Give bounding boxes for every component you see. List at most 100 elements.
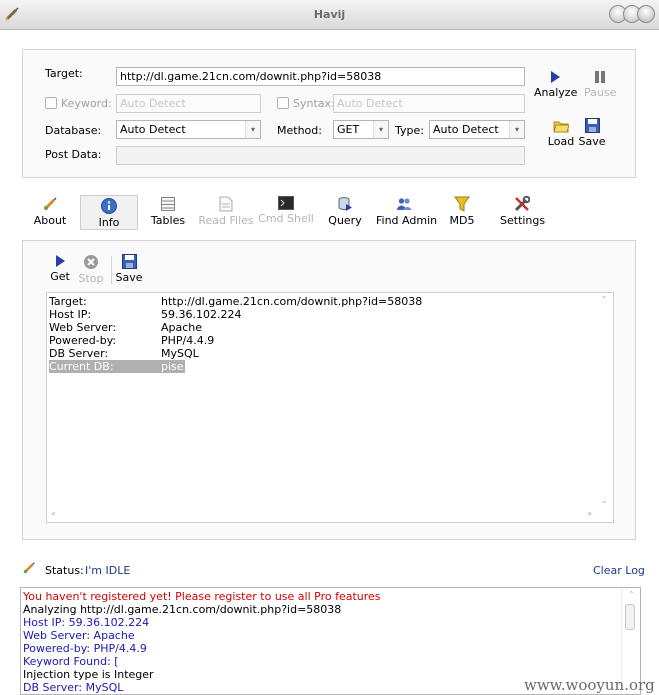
pause-button[interactable]: Pause — [584, 70, 616, 99]
floppy-disk-icon — [584, 118, 600, 133]
status-label: Status: — [45, 564, 84, 577]
log-line: Powered-by: PHP/4.4.9 — [23, 642, 147, 655]
info-vertical-scrollbar[interactable]: ⌃ ⌄ — [596, 293, 613, 507]
floppy-disk-icon — [121, 254, 137, 269]
info-horizontal-scrollbar[interactable]: « » — [47, 507, 596, 522]
scroll-down-icon[interactable]: ⌄ — [601, 496, 608, 505]
syringe-icon — [43, 197, 57, 211]
database-select-value: Auto Detect — [120, 123, 186, 136]
postdata-input[interactable] — [116, 146, 525, 165]
syntax-input[interactable]: Auto Detect — [333, 94, 525, 113]
tab-md5-label: MD5 — [449, 214, 475, 227]
info-key: Powered-by: — [49, 334, 117, 347]
info-value: pise — [161, 360, 184, 373]
scroll-up-icon[interactable]: ⌃ — [601, 295, 608, 304]
log-line: Web Server: Apache — [23, 629, 135, 642]
play-icon — [56, 255, 65, 267]
tab-find-admin-label: Find Admin — [376, 214, 438, 227]
window-title: Havij — [313, 8, 346, 21]
filter-icon — [454, 196, 470, 212]
close-button[interactable] — [637, 5, 655, 23]
tab-settings-label: Settings — [500, 214, 546, 227]
load-button[interactable]: Load — [546, 118, 576, 148]
info-save-button[interactable]: Save — [115, 254, 143, 284]
tab-read-files-label: Read Files — [198, 214, 254, 227]
stop-label: Stop — [78, 272, 104, 285]
target-input[interactable]: http://dl.game.21cn.com/downit.php?id=58… — [116, 67, 525, 86]
tab-about-label: About — [33, 214, 67, 227]
query-icon — [338, 197, 352, 211]
info-key: DB Server: — [49, 347, 109, 360]
load-label: Load — [547, 135, 575, 148]
chevron-down-icon: ▾ — [509, 121, 524, 138]
info-key: Host IP: — [49, 308, 92, 321]
tab-info-label: Info — [98, 216, 120, 229]
database-select[interactable]: Auto Detect ▾ — [116, 120, 261, 139]
info-value: 59.36.102.224 — [161, 308, 242, 321]
type-select-value: Auto Detect — [433, 123, 499, 136]
analyze-label: Analyze — [534, 86, 578, 99]
tab-settings[interactable]: Settings — [500, 196, 546, 230]
type-select[interactable]: Auto Detect ▾ — [429, 120, 525, 139]
keyword-checkbox[interactable] — [45, 97, 57, 109]
info-row-selected[interactable]: Current DB: pise — [49, 360, 185, 373]
scrollbar-thumb[interactable] — [625, 604, 635, 630]
tab-md5[interactable]: MD5 — [446, 196, 478, 230]
info-value: Apache — [161, 321, 203, 334]
stop-button[interactable]: Stop — [77, 254, 105, 285]
get-label: Get — [50, 270, 70, 283]
save-button[interactable]: Save — [578, 118, 606, 148]
title-bar[interactable]: Havij — [0, 0, 659, 30]
log-line: You haven't registered yet! Please regis… — [23, 590, 381, 603]
info-value: http://dl.game.21cn.com/downit.php?id=58… — [161, 295, 423, 308]
log-line: Analyzing http://dl.game.21cn.com/downit… — [23, 603, 342, 616]
target-label: Target: — [45, 67, 83, 80]
method-select-value: GET — [337, 123, 360, 136]
log-line: Keyword Found: [ — [23, 655, 119, 668]
chevron-down-icon: ▾ — [245, 121, 260, 138]
scroll-right-icon[interactable]: » — [587, 509, 592, 518]
get-button[interactable]: Get — [48, 254, 72, 283]
type-label: Type: — [395, 124, 424, 137]
scroll-up-icon[interactable]: ⌃ — [628, 590, 635, 599]
info-value: MySQL — [161, 347, 199, 360]
watermark: www.wooyun.org — [524, 676, 655, 694]
folder-icon — [553, 121, 569, 133]
info-save-label: Save — [115, 271, 143, 284]
info-icon — [101, 198, 117, 214]
tab-about[interactable]: About — [30, 196, 70, 230]
tools-icon — [514, 196, 530, 212]
info-key: Target: — [49, 295, 87, 308]
info-output[interactable]: Target: http://dl.game.21cn.com/downit.p… — [46, 292, 614, 523]
method-label: Method: — [277, 124, 322, 137]
postdata-label: Post Data: — [45, 148, 102, 161]
pause-label: Pause — [584, 86, 617, 99]
tab-info[interactable]: Info — [80, 195, 138, 230]
tab-find-admin[interactable]: Find Admin — [376, 196, 437, 230]
table-icon — [161, 197, 175, 211]
log-line: Injection type is Integer — [23, 668, 154, 681]
stop-icon — [84, 255, 98, 269]
tab-read-files[interactable]: Read Files — [198, 196, 254, 230]
chevron-down-icon: ▾ — [373, 121, 388, 138]
document-icon — [219, 196, 233, 212]
toolbar-divider — [111, 256, 112, 284]
tab-cmd-shell-label: Cmd Shell — [258, 212, 314, 225]
tab-cmd-shell[interactable]: Cmd Shell — [258, 196, 314, 230]
tab-tables[interactable]: Tables — [148, 196, 188, 230]
tab-tables-label: Tables — [150, 214, 186, 227]
method-select[interactable]: GET ▾ — [333, 120, 389, 139]
info-value: PHP/4.4.9 — [161, 334, 215, 347]
syntax-checkbox[interactable] — [277, 97, 289, 109]
info-key: Current DB: — [49, 360, 114, 373]
keyword-input[interactable]: Auto Detect — [116, 94, 261, 113]
analyze-button[interactable]: Analyze — [534, 70, 578, 99]
clear-log-link[interactable]: Clear Log — [593, 564, 645, 577]
syntax-label: Syntax: — [293, 97, 335, 110]
tab-query-label: Query — [328, 214, 362, 227]
scroll-left-icon[interactable]: « — [51, 509, 56, 518]
tab-query[interactable]: Query — [324, 196, 366, 230]
info-key: Web Server: — [49, 321, 117, 334]
database-label: Database: — [45, 124, 102, 137]
log-line: Host IP: 59.36.102.224 — [23, 616, 150, 629]
